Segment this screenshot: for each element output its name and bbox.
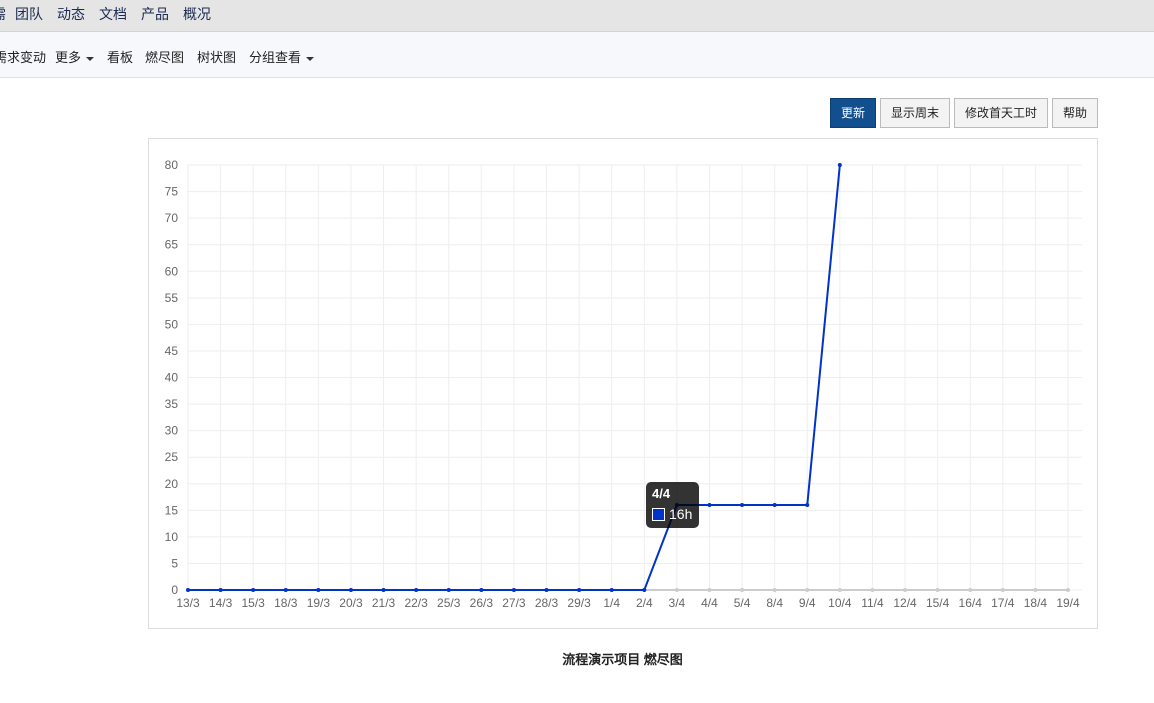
x-tick-label: 14/3 — [209, 596, 233, 610]
data-point — [968, 588, 973, 592]
data-point — [186, 588, 190, 592]
y-tick-label: 75 — [165, 185, 179, 199]
data-point — [837, 163, 842, 167]
data-point — [740, 588, 745, 592]
data-point — [511, 588, 516, 592]
x-tick-label: 9/4 — [799, 596, 816, 610]
data-point — [805, 503, 810, 507]
x-tick-label: 19/4 — [1056, 596, 1080, 610]
y-tick-label: 65 — [165, 238, 179, 252]
data-point — [544, 588, 549, 592]
data-point — [316, 588, 321, 592]
x-tick-label: 13/3 — [176, 596, 200, 610]
data-point — [772, 503, 777, 507]
data-point — [740, 503, 745, 507]
x-tick-label: 29/3 — [567, 596, 591, 610]
y-tick-label: 15 — [165, 503, 179, 517]
data-point — [414, 588, 419, 592]
data-point — [348, 588, 353, 592]
y-tick-label: 10 — [165, 530, 179, 544]
data-point — [707, 503, 712, 507]
x-tick-label: 2/4 — [636, 596, 653, 610]
y-tick-label: 45 — [165, 344, 179, 358]
data-point — [1033, 588, 1038, 592]
data-point — [707, 588, 712, 592]
data-point — [837, 588, 842, 592]
data-point — [609, 588, 614, 592]
y-tick-label: 5 — [171, 556, 178, 570]
x-tick-label: 19/3 — [307, 596, 331, 610]
data-point — [1066, 588, 1070, 592]
y-tick-label: 50 — [165, 317, 179, 331]
x-tick-label: 11/4 — [861, 596, 884, 610]
data-point — [1000, 588, 1005, 592]
data-point — [674, 588, 679, 592]
data-point — [642, 588, 647, 592]
x-tick-label: 28/3 — [535, 596, 559, 610]
tooltip-value: 16h — [669, 506, 693, 522]
x-tick-label: 4/4 — [701, 596, 718, 610]
data-point — [577, 588, 582, 592]
data-point — [446, 588, 451, 592]
x-tick-label: 8/4 — [766, 596, 783, 610]
y-tick-label: 25 — [165, 450, 179, 464]
data-point — [218, 588, 223, 592]
y-tick-label: 70 — [165, 211, 179, 225]
data-point — [251, 588, 256, 592]
y-tick-label: 40 — [165, 371, 179, 385]
x-tick-label: 10/4 — [828, 596, 852, 610]
x-tick-label: 26/3 — [470, 596, 494, 610]
data-point — [479, 588, 484, 592]
y-tick-label: 60 — [165, 264, 179, 278]
data-point — [381, 588, 386, 592]
data-point — [903, 588, 908, 592]
chart-tooltip: 4/4 16h — [646, 482, 699, 528]
x-tick-label: 15/3 — [242, 596, 266, 610]
data-point — [805, 588, 810, 592]
data-point — [283, 588, 288, 592]
x-tick-label: 5/4 — [734, 596, 751, 610]
chart-caption: 流程演示项目 燃尽图 — [562, 652, 683, 667]
y-tick-label: 0 — [171, 583, 178, 597]
tooltip-title: 4/4 — [652, 486, 671, 501]
data-point — [870, 588, 875, 592]
y-tick-label: 80 — [165, 158, 179, 172]
x-tick-label: 16/4 — [959, 596, 983, 610]
tooltip-swatch — [652, 508, 665, 521]
y-tick-label: 35 — [165, 397, 179, 411]
x-tick-label: 12/4 — [893, 596, 917, 610]
x-tick-label: 25/3 — [437, 596, 461, 610]
burndown-chart: 0 5 10 15 20 25 30 35 40 45 50 55 60 65 70 75 80 13/3 14/3… — [165, 158, 1082, 610]
y-tick-label: 30 — [165, 424, 179, 438]
x-tick-label: 15/4 — [926, 596, 950, 610]
data-point — [772, 588, 777, 592]
x-tick-label: 18/4 — [1024, 596, 1048, 610]
x-tick-label: 21/3 — [372, 596, 396, 610]
x-tick-label: 20/3 — [339, 596, 363, 610]
data-point — [935, 588, 940, 592]
x-tick-label: 1/4 — [603, 596, 620, 610]
x-tick-label: 22/3 — [404, 596, 428, 610]
x-tick-label: 3/4 — [669, 596, 686, 610]
y-tick-label: 55 — [165, 291, 179, 305]
x-tick-label: 18/3 — [274, 596, 298, 610]
y-tick-label: 20 — [165, 477, 179, 491]
x-tick-label: 27/3 — [502, 596, 526, 610]
x-tick-label: 17/4 — [991, 596, 1015, 610]
